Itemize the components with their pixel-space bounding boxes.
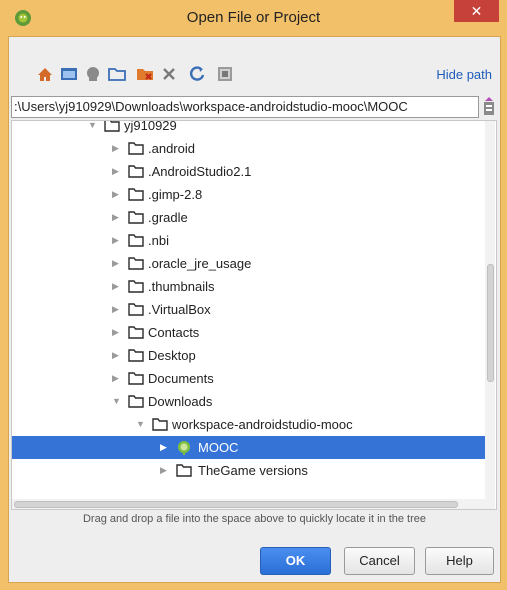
tree-row[interactable]: ▶ .gradle [12,206,486,229]
collapsed-arrow-icon[interactable]: ▶ [112,275,122,298]
tree-row-workspace[interactable]: ▼ workspace-androidstudio-mooc [12,413,486,436]
folder-icon [128,326,144,339]
collapsed-arrow-icon[interactable]: ▶ [112,252,122,275]
folder-icon [128,165,144,178]
title-bar: Open File or Project ✕ [0,0,507,36]
collapsed-arrow-icon[interactable]: ▶ [112,367,122,390]
folder-icon [128,234,144,247]
refresh-icon[interactable] [187,64,207,84]
tree-row-downloads[interactable]: ▼ Downloads [12,390,486,413]
collapsed-arrow-icon[interactable]: ▶ [160,436,170,459]
folder-icon [128,303,144,316]
tree-row[interactable]: ▶ .thumbnails [12,275,486,298]
tree-row-label: TheGame versions [198,463,308,478]
tree-row-label: yj910929 [124,120,177,133]
ok-button[interactable]: OK [260,547,331,575]
dialog-body: Hide path :\Users\yj910929\Downloads\wor… [8,36,501,583]
tree-row-label: .thumbnails [148,279,215,294]
tree-row[interactable]: ▶ .nbi [12,229,486,252]
horizontal-scrollbar[interactable] [12,499,486,509]
hide-path-link[interactable]: Hide path [436,67,492,82]
collapsed-arrow-icon[interactable]: ▶ [112,344,122,367]
tree-row-label: .AndroidStudio2.1 [148,164,252,179]
vertical-scroll-thumb[interactable] [487,264,494,382]
tree-row[interactable]: ▶ .gimp-2.8 [12,183,486,206]
folder-icon [128,257,144,270]
expanded-arrow-icon[interactable]: ▼ [136,413,146,436]
cancel-button[interactable]: Cancel [344,547,415,575]
open-file-dialog: Open File or Project ✕ Hide path:\Users… [0,0,507,590]
tree-row-label: .gimp-2.8 [148,187,203,202]
collapsed-arrow-icon[interactable]: ▶ [160,459,170,482]
delete-folder-icon[interactable] [135,64,155,84]
tree-row-label: Documents [148,371,214,386]
tree-row-label: workspace-androidstudio-mooc [172,417,353,432]
folder-icon [128,142,144,155]
tree-row[interactable]: ▶ .AndroidStudio2.1 [12,160,486,183]
folder-icon [128,349,144,362]
collapsed-arrow-icon[interactable]: ▶ [112,183,122,206]
tree-row-label: MOOC [198,440,239,455]
tree-row-mooc-selected[interactable]: ▶ MOOC [12,436,486,459]
expanded-arrow-icon[interactable]: ▼ [112,390,122,413]
path-input[interactable]: :\Users\yj910929\Downloads\workspace-and… [11,96,479,118]
tree-row-label: .nbi [148,233,169,248]
home-icon[interactable] [35,64,55,84]
tree-row-label: .oracle_jre_usage [148,256,252,271]
tree-row[interactable]: ▶ Contacts [12,321,486,344]
help-button[interactable]: Help [425,547,494,575]
folder-icon [152,418,168,431]
android-icon[interactable] [83,64,103,84]
collapsed-arrow-icon[interactable]: ▶ [112,206,122,229]
new-folder-icon[interactable] [107,64,127,84]
tree-row[interactable]: ▶ Desktop [12,344,486,367]
folder-icon [128,280,144,293]
tree-row-root[interactable]: ▼ yj910929 [12,120,486,137]
folder-icon [104,121,120,132]
desktop-icon[interactable] [59,64,79,84]
tree-row-label: .android [148,141,195,156]
collapsed-arrow-icon[interactable]: ▶ [112,298,122,321]
drag-drop-hint: Drag and drop a file into the space abov… [82,513,427,525]
show-hidden-icon[interactable] [215,64,235,84]
tree-row[interactable]: ▶ .VirtualBox [12,298,486,321]
tree-row-label: Contacts [148,325,200,340]
vertical-scrollbar[interactable] [485,121,495,509]
folder-icon [128,372,144,385]
android-project-icon [178,441,190,455]
tree-row[interactable]: ▶ .android [12,137,486,160]
tree-row-label: .gradle [148,210,188,225]
folder-icon [128,211,144,224]
folder-icon [176,464,192,477]
tree-row[interactable]: ▶ TheGame versions [12,459,486,482]
folder-icon [128,188,144,201]
collapsed-arrow-icon[interactable]: ▶ [112,321,122,344]
toolbar: Hide path [9,61,500,87]
expanded-arrow-icon[interactable]: ▼ [88,121,98,137]
folder-icon [128,395,144,408]
file-tree[interactable]: ▼ yj910929 ▶ .android ▶ .AndroidStudio2.… [11,120,497,510]
horizontal-scroll-thumb[interactable] [14,501,458,508]
collapsed-arrow-icon[interactable]: ▶ [112,229,122,252]
window-title: Open File or Project [186,9,321,26]
tree-row-label: Downloads [148,394,213,409]
tree-row-label: Desktop [148,348,196,363]
collapsed-arrow-icon[interactable]: ▶ [112,160,122,183]
tree-row[interactable]: ▶ Documents [12,367,486,390]
tree-row[interactable]: ▶ .oracle_jre_usage [12,252,486,275]
delete-icon[interactable] [159,64,179,84]
collapsed-arrow-icon[interactable]: ▶ [112,137,122,160]
tree-row-label: .VirtualBox [148,302,211,317]
path-history-icon[interactable] [481,96,497,118]
close-button[interactable]: ✕ [454,0,499,22]
